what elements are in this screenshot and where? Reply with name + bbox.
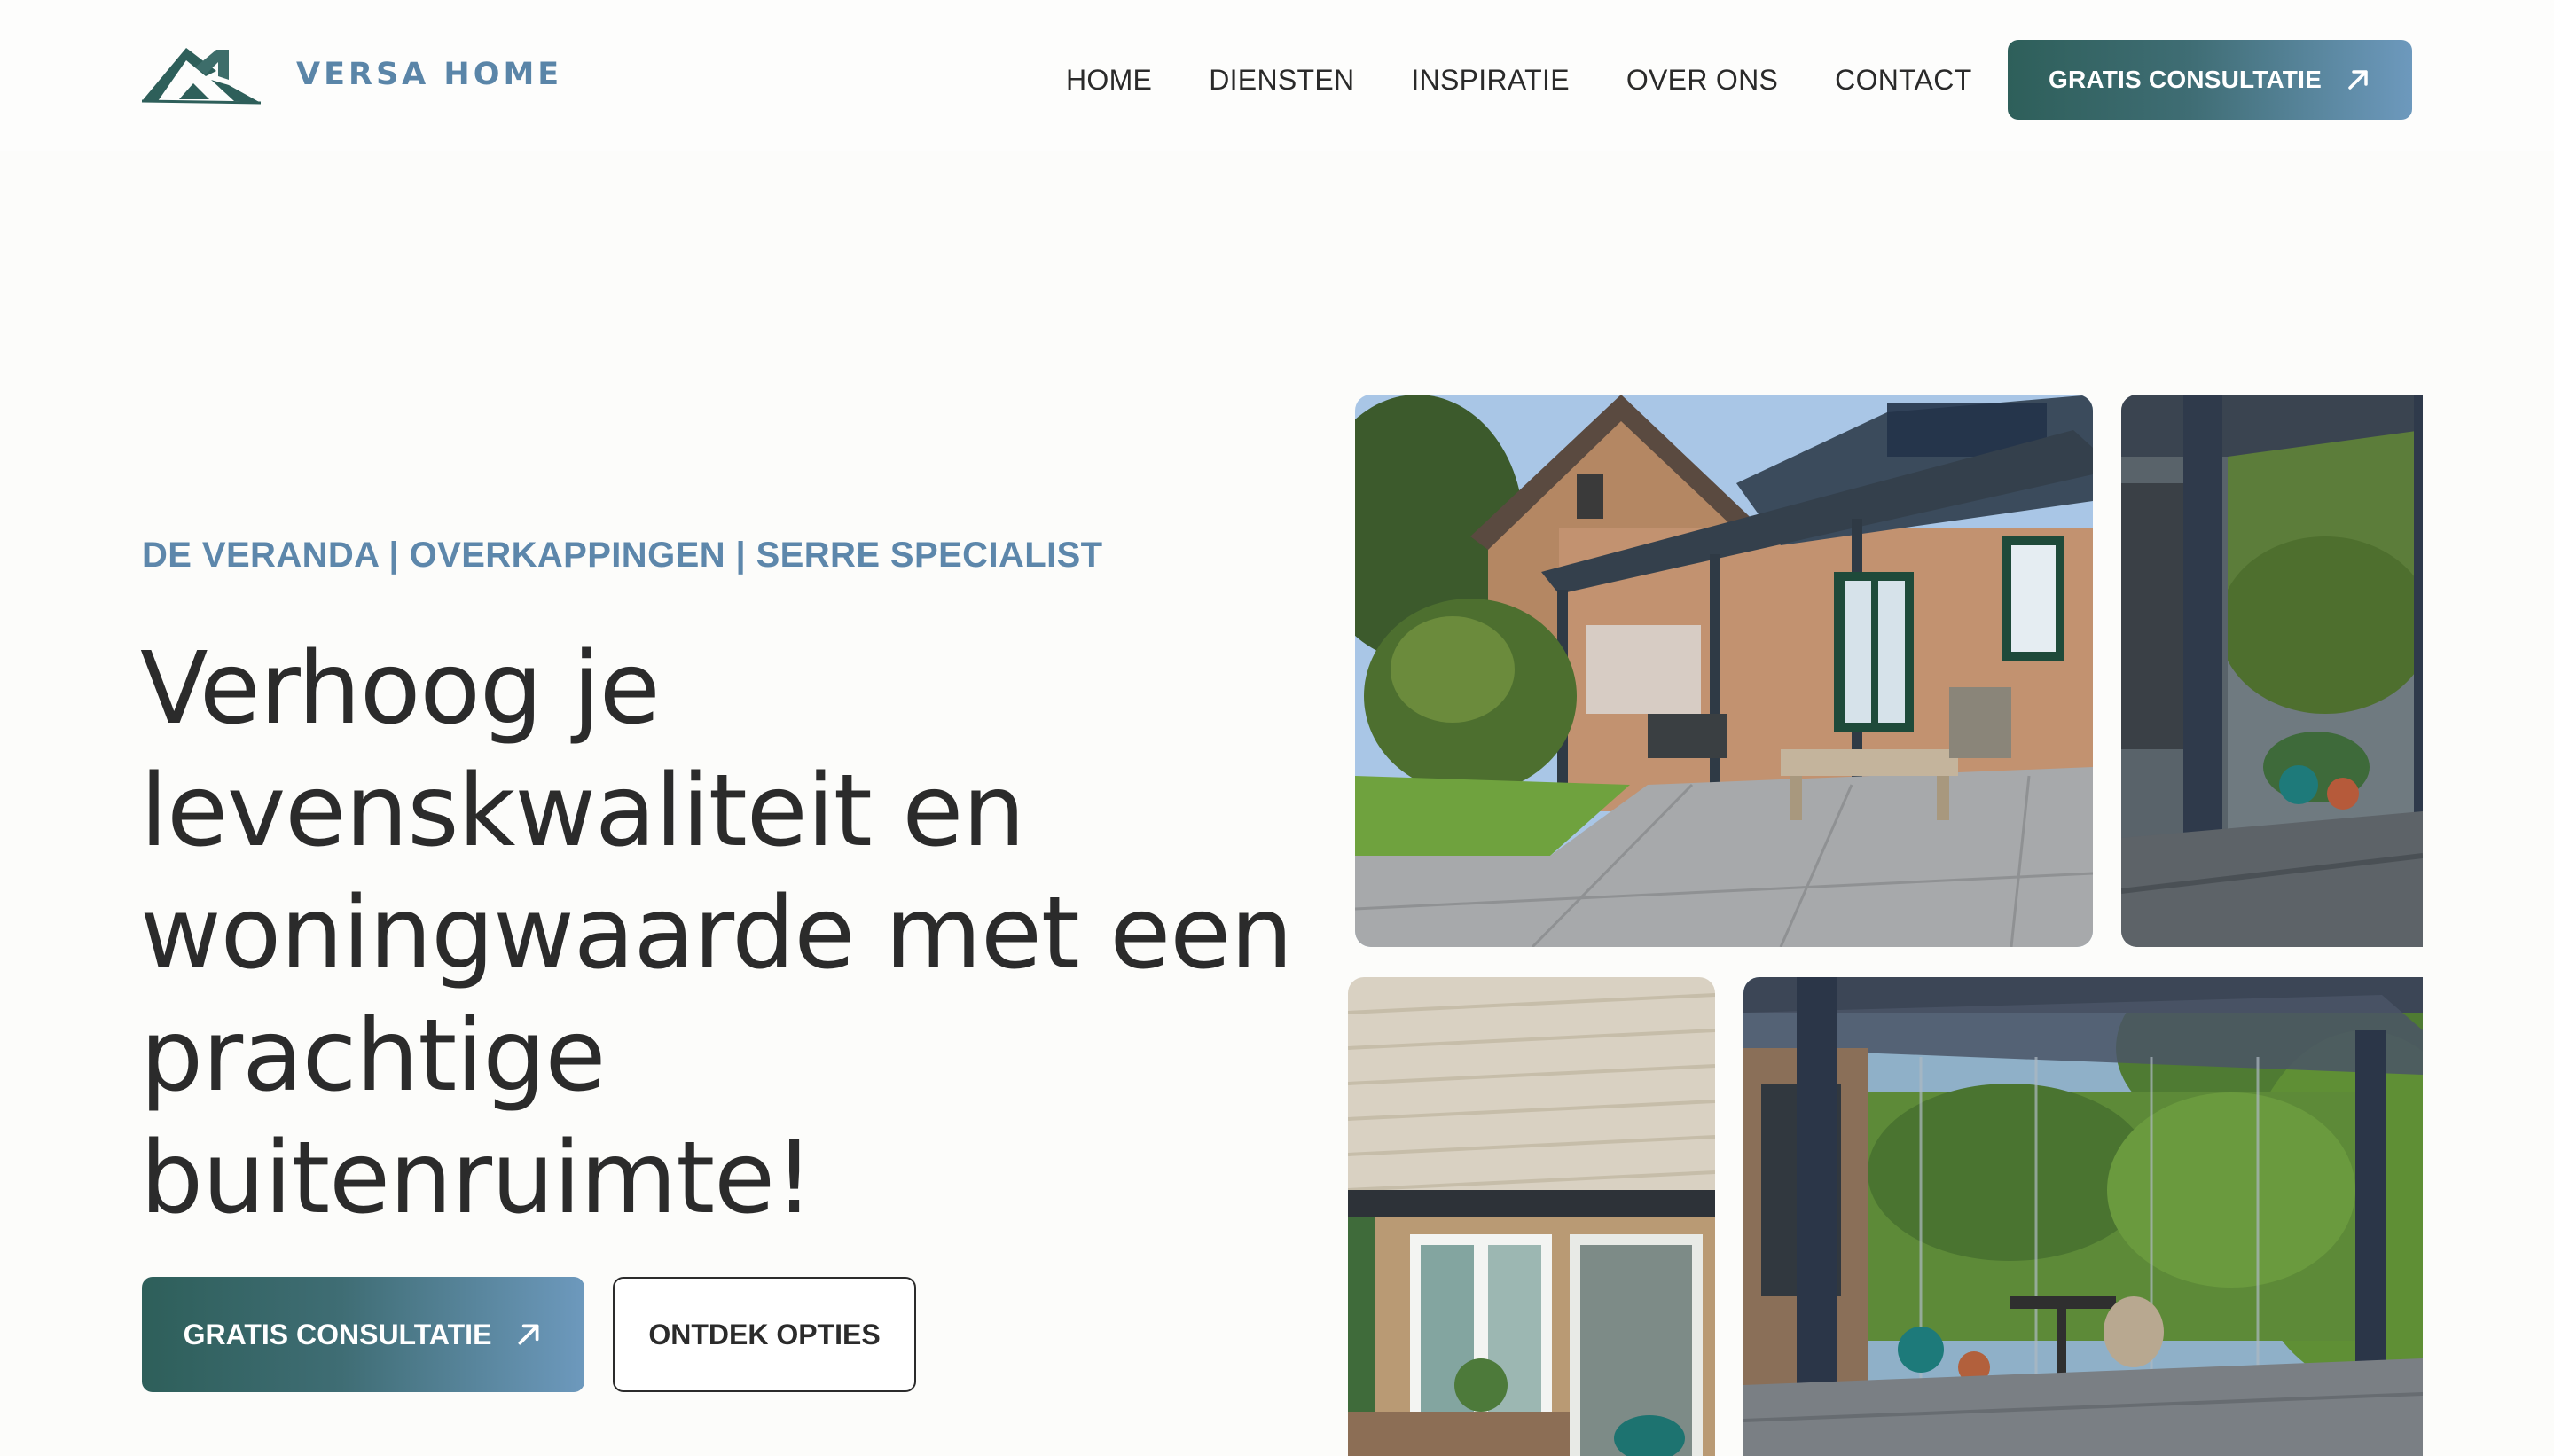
glass-room-photo [2121,395,2423,947]
explore-options-button[interactable]: ONTDEK OPTIES [613,1277,916,1392]
nav-inspiratie[interactable]: INSPIRATIE [1411,60,1569,99]
hero-consultation-label: GRATIS CONSULTATIE [183,1318,492,1350]
hero-consultation-button[interactable]: GRATIS CONSULTATIE [142,1277,584,1392]
nav-diensten[interactable]: DIENSTEN [1209,60,1354,99]
louvered-roof-photo [1348,977,1715,1456]
arrow-up-right-icon [2348,70,2368,90]
garden-glass-veranda-photo [1743,977,2423,1456]
hero-headline: Verhoog je levenskwaliteit en woningwaar… [140,631,1293,1236]
header-consultation-button[interactable]: GRATIS CONSULTATIE [2008,40,2412,120]
main-nav: HOME DIENSTEN INSPIRATIE OVER ONS CONTAC… [1066,60,1972,99]
hero-kicker: DE VERANDA | OVERKAPPINGEN | SERRE SPECI… [142,536,1103,575]
nav-home[interactable]: HOME [1066,60,1152,99]
house-roof-logo-icon [141,48,262,105]
brand-name: VERSA HOME [296,57,563,92]
nav-over-ons[interactable]: OVER ONS [1626,60,1778,99]
brand-logo[interactable]: VERSA HOME [140,41,562,108]
explore-options-label: ONTDEK OPTIES [648,1318,881,1350]
site-header: VERSA HOME HOME DIENSTEN INSPIRATIE OVER… [0,0,2554,151]
header-consultation-label: GRATIS CONSULTATIE [2049,66,2322,93]
arrow-up-right-icon [518,1324,539,1345]
veranda-house-photo [1355,395,2093,947]
nav-contact[interactable]: CONTACT [1835,60,1971,99]
